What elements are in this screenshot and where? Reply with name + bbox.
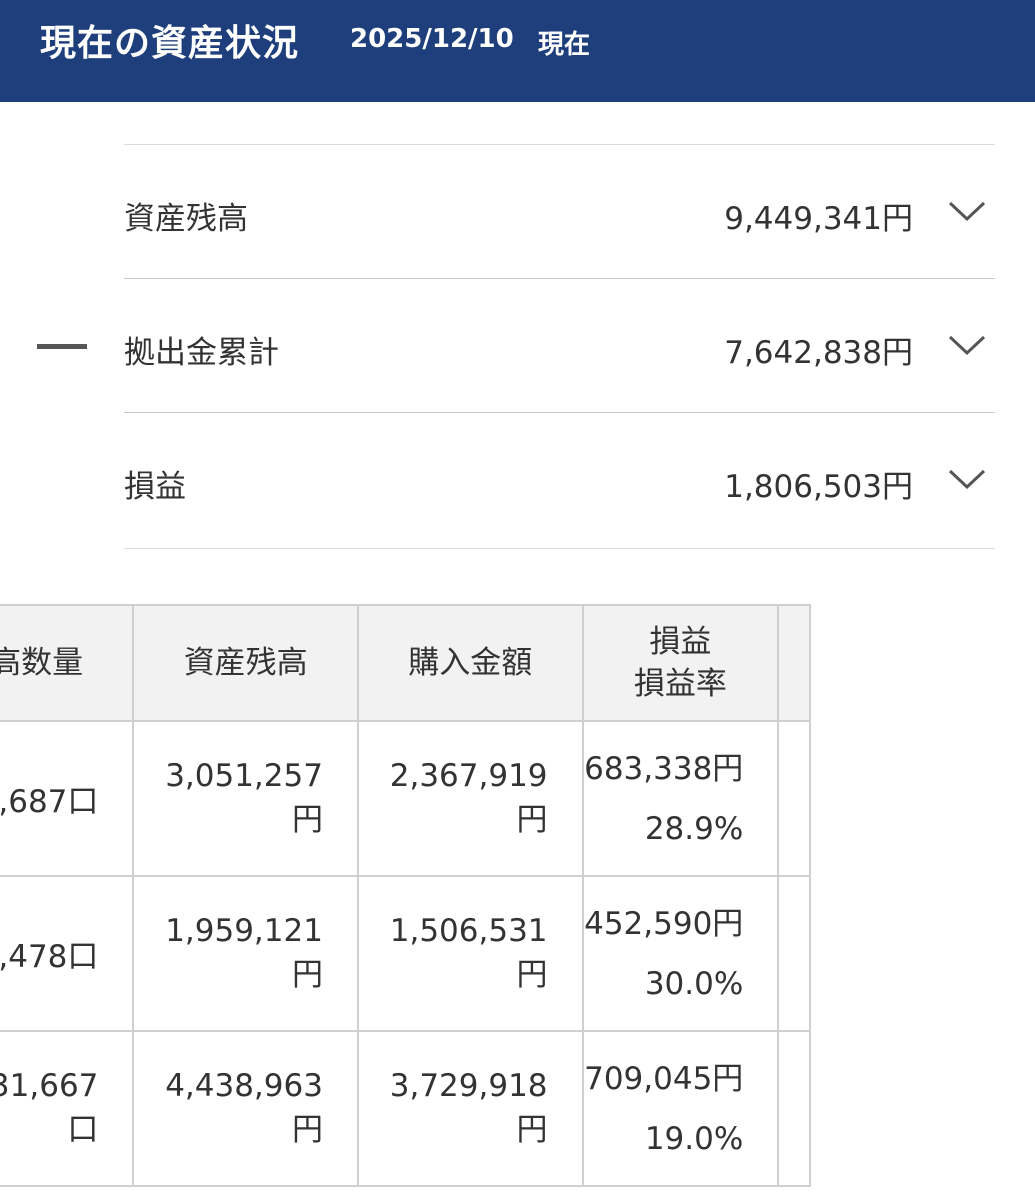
chevron-down-icon[interactable]	[947, 199, 987, 223]
chevron-down-icon[interactable]	[947, 467, 987, 491]
quantity-cell: 587,478口	[0, 875, 135, 1032]
chevron-down-icon[interactable]	[947, 333, 987, 357]
purchase-cell: 2,367,919円	[356, 720, 584, 877]
profit-loss-label: 損益	[124, 469, 186, 505]
profit-value: 452,590円	[584, 905, 744, 942]
summary-divider	[124, 548, 995, 549]
quantity-cell: 1,131,667口	[0, 1030, 135, 1187]
header-extra	[777, 604, 811, 722]
table-row: 1,131,667口 4,438,963円 3,729,918円 709,045…	[0, 1030, 811, 1187]
purchase-cell: 3,729,918円	[356, 1030, 584, 1187]
extra-cell	[777, 1030, 811, 1187]
balance-cell: 1,959,121円	[132, 875, 359, 1032]
header-quantity: 残高数量	[0, 604, 135, 722]
profit-rate: 19.0%	[644, 1120, 744, 1157]
page-header: 現在の資産状況 2025/12/10 現在	[0, 0, 1035, 102]
header-profit-line1: 損益	[649, 624, 712, 660]
extra-cell	[777, 720, 811, 877]
header-profit: 損益 損益率	[581, 604, 780, 722]
profit-cell: 452,590円 30.0%	[581, 875, 780, 1032]
asset-balance-value: 9,449,341円	[724, 201, 913, 237]
minus-icon	[37, 344, 87, 349]
page-title: 現在の資産状況	[40, 23, 300, 64]
total-contribution-value: 7,642,838円	[724, 335, 913, 371]
profit-value: 683,338円	[584, 750, 744, 787]
asset-balance-label: 資産残高	[124, 201, 248, 237]
header-purchase: 購入金額	[356, 604, 584, 722]
table-header-row: 残高数量 資産残高 購入金額 損益 損益率	[0, 604, 811, 722]
header-balance: 資産残高	[132, 604, 359, 722]
as-of-label: 現在	[538, 30, 591, 60]
balance-cell: 3,051,257円	[132, 720, 359, 877]
total-contribution-label: 拠出金累計	[124, 335, 279, 371]
summary-row-profit-loss[interactable]: 損益 1,806,503円	[124, 412, 995, 546]
purchase-cell: 1,506,531円	[356, 875, 584, 1032]
table-row: 996,687口 3,051,257円 2,367,919円 683,338円 …	[0, 720, 811, 877]
table-row: 587,478口 1,959,121円 1,506,531円 452,590円 …	[0, 875, 811, 1032]
holdings-table-container[interactable]: 残高数量 資産残高 購入金額 損益 損益率 996,687口 3,051,257…	[0, 604, 1035, 1200]
as-of-date: 2025/12/10	[350, 24, 514, 54]
quantity-cell: 996,687口	[0, 720, 135, 877]
balance-cell: 4,438,963円	[132, 1030, 359, 1187]
profit-rate: 28.9%	[644, 810, 744, 847]
header-profit-line2: 損益率	[633, 666, 727, 702]
summary-row-asset-balance[interactable]: 資産残高 9,449,341円	[124, 144, 995, 278]
holdings-table: 残高数量 資産残高 購入金額 損益 損益率 996,687口 3,051,257…	[0, 604, 811, 1187]
profit-cell: 709,045円 19.0%	[581, 1030, 780, 1187]
extra-cell	[777, 875, 811, 1032]
profit-cell: 683,338円 28.9%	[581, 720, 780, 877]
profit-rate: 30.0%	[644, 965, 744, 1002]
profit-loss-value: 1,806,503円	[724, 469, 913, 505]
summary-row-total-contribution[interactable]: 拠出金累計 7,642,838円	[124, 278, 995, 412]
profit-value: 709,045円	[584, 1060, 744, 1097]
